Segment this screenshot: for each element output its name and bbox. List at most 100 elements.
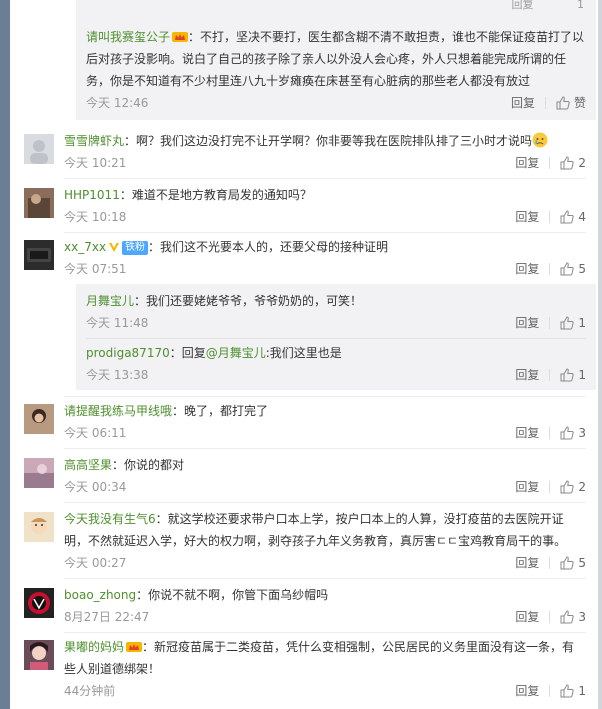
action-separator: [549, 156, 551, 169]
thumbs-up-icon: [556, 95, 570, 109]
reply-username[interactable]: 请叫我赛玺公子: [86, 30, 170, 44]
like-count: 5: [578, 261, 586, 276]
reply-button[interactable]: 回复: [515, 554, 539, 571]
action-separator: [549, 262, 551, 275]
scrollbar[interactable]: [598, 0, 602, 709]
like-button[interactable]: 1: [560, 316, 586, 330]
avatar[interactable]: [24, 188, 54, 218]
sub-reply-username[interactable]: 月舞宝儿: [86, 294, 134, 308]
comment-username[interactable]: 请提醒我练马甲线哦: [64, 404, 172, 418]
reply-button[interactable]: 回复: [515, 208, 539, 225]
comment-username[interactable]: 今天我没有生气6: [64, 512, 156, 526]
sub-replies-box: 月舞宝儿：我们还要姥姥爷爷，爷爷奶奶的，可笑！ 今天 11:48 回复 1 pr…: [76, 284, 596, 390]
reply-button[interactable]: 回复: [515, 366, 539, 383]
reply-button[interactable]: 回复: [515, 608, 539, 625]
like-button[interactable]: 赞: [556, 94, 586, 111]
like-count: 1: [578, 683, 586, 698]
sub-reply-username[interactable]: prodiga87170: [86, 346, 170, 360]
comment-text: 雪雪牌虾丸：啊？我们这边没打完不让开学啊？你非要等我在医院排队排了三小时才说吗: [64, 130, 586, 152]
reply-button[interactable]: 回复: [515, 314, 539, 331]
thumbs-up-icon: [560, 479, 575, 493]
comment-time: 今天 00:34: [64, 480, 127, 494]
comment-item: 高高坚果：你说的都对 今天 00:34 回复 2: [10, 454, 598, 498]
comment-time: 今天 10:21: [64, 156, 127, 170]
comment-meta: 今天 00:34 回复 2: [64, 478, 586, 496]
reply-button[interactable]: 回复: [515, 260, 539, 277]
action-separator: [549, 426, 551, 439]
like-button[interactable]: 4: [560, 210, 586, 224]
avatar[interactable]: [24, 404, 54, 434]
sub-reply-item: 月舞宝儿：我们还要姥姥爷爷，爷爷奶奶的，可笑！ 今天 11:48 回复 1: [86, 290, 586, 334]
reply-button[interactable]: 回复: [515, 424, 539, 441]
like-button[interactable]: 5: [560, 262, 586, 276]
comment-feed: 回复 1 请叫我赛玺公子 ：不打，坚决不要打，医生都含糊不清不敢担责，谁也不能保证…: [10, 0, 598, 709]
reply-button[interactable]: 回复: [511, 94, 535, 111]
comment-username[interactable]: boao_zhong: [64, 588, 136, 602]
comment-divider: [64, 578, 586, 579]
like-count: 3: [578, 609, 586, 624]
thumbs-up-icon: [560, 683, 575, 697]
avatar[interactable]: [24, 588, 54, 618]
thumbs-up-icon: [560, 261, 575, 275]
avatar[interactable]: [24, 240, 54, 270]
comment-username[interactable]: 果嘟的妈妈: [64, 640, 124, 654]
comment-time: 今天 10:18: [64, 210, 127, 224]
sub-reply-text: 月舞宝儿：我们还要姥姥爷爷，爷爷奶奶的，可笑！: [86, 290, 586, 312]
like-count: 3: [578, 425, 586, 440]
reply-button[interactable]: 回复: [515, 478, 539, 495]
thumbs-up-icon: [560, 209, 575, 223]
action-separator: [549, 610, 551, 623]
comment-item: 果嘟的妈妈 ：新冠疫苗属于二类疫苗，凭什么变相强制，公民居民的义务里面没有这一条，…: [10, 636, 598, 702]
like-button[interactable]: 5: [560, 556, 586, 570]
comment-item: 请提醒我练马甲线哦：晚了，都打完了 今天 06:11 回复 3: [10, 400, 598, 444]
action-separator: [549, 210, 551, 223]
action-separator: [544, 96, 546, 109]
like-button[interactable]: 3: [560, 610, 586, 624]
comment-divider: [64, 178, 586, 179]
thumbs-up-icon: [560, 367, 575, 381]
comment-username[interactable]: xx_7xx: [64, 240, 106, 254]
like-button[interactable]: 2: [560, 480, 586, 494]
comment-text: HHP1011：难道不是地方教育局发的通知吗？: [64, 184, 586, 206]
crying-emoji-icon: [532, 132, 548, 148]
comment-time: 44分钟前: [64, 684, 116, 698]
thumbs-up-icon: [560, 155, 575, 169]
avatar[interactable]: [24, 134, 54, 164]
reply-button[interactable]: 回复: [515, 154, 539, 171]
sub-reply-divider: [86, 338, 586, 339]
thumbs-up-icon: [560, 315, 575, 329]
mention-link[interactable]: @月舞宝儿: [206, 346, 266, 360]
action-separator: [549, 368, 551, 381]
sub-reply-meta: 今天 11:48 回复 1: [86, 314, 586, 332]
comment-body: ：啊？我们这边没打完不让开学啊？你非要等我在医院排队排了三小时才说吗: [124, 134, 533, 148]
comment-meta: 今天 10:21 回复 2: [64, 154, 586, 172]
comment-time: 今天 07:51: [64, 262, 127, 276]
thumbs-up-icon: [560, 425, 575, 439]
comment-body: ：你说不就不啊，你管下面乌纱帽吗: [136, 588, 329, 602]
comment-text: 高高坚果：你说的都对: [64, 454, 586, 476]
like-button[interactable]: 1: [560, 684, 586, 698]
crown-badge-icon: [126, 642, 143, 652]
left-sidebar-edge: [0, 0, 10, 709]
comment-username[interactable]: 雪雪牌虾丸: [64, 134, 124, 148]
action-separator: [549, 316, 551, 329]
comment-username[interactable]: 高高坚果: [64, 458, 112, 472]
like-count: 2: [578, 155, 586, 170]
like-button[interactable]: 3: [560, 426, 586, 440]
comment-body: ：晚了，都打完了: [172, 404, 269, 418]
comment-username[interactable]: HHP1011: [64, 188, 120, 202]
like-button[interactable]: 1: [560, 368, 586, 382]
avatar[interactable]: [24, 512, 54, 542]
action-separator: [549, 480, 551, 493]
comment-divider: [64, 448, 586, 449]
cutoff-reply-text: 回复: [511, 0, 534, 11]
like-button[interactable]: 2: [560, 156, 586, 170]
comment-divider: [64, 632, 586, 633]
action-separator: [549, 684, 551, 697]
cutoff-like-count: 1: [577, 0, 584, 11]
comment-body: ：我们这不光要本人的，还要父母的接种证明: [148, 240, 389, 254]
avatar[interactable]: [24, 458, 54, 488]
avatar[interactable]: [24, 640, 54, 670]
reply-button[interactable]: 回复: [515, 682, 539, 699]
comment-text: 今天我没有生气6：就这学校还要求带户口本上学，按户口本上的人算，没打疫苗的去医院…: [64, 508, 586, 552]
